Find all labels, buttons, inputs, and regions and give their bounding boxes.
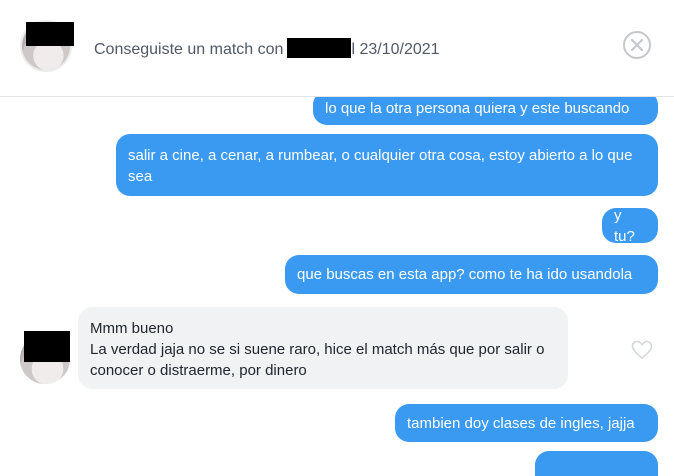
match-header: Conseguiste un match con l 23/10/2021 [0,0,674,97]
match-info: Conseguiste un match con l 23/10/2021 [94,38,440,59]
redacted-name [287,38,352,58]
match-date: l 23/10/2021 [351,41,440,58]
message-bubble-incoming: Mmm bueno La verdad jaja no se si suene … [78,307,568,389]
message-text: tambien doy clases de ingles, jajja [407,414,635,432]
redaction-box [24,331,70,362]
close-icon [631,39,643,51]
like-button[interactable] [631,340,653,360]
message-bubble-outgoing: lo que la otra persona quiera y este bus… [313,97,658,125]
message-text-line: Mmm bueno [90,320,174,337]
message-text: salir a cine, a cenar, a rumbear, o cual… [128,146,633,185]
message-text: y tu? [614,206,635,245]
message-bubble-outgoing: tambien doy clases de ingles, jajja [395,404,658,442]
message-text: lo que la otra persona quiera y este bus… [325,99,630,117]
redaction-box [26,22,74,46]
close-button[interactable] [623,31,651,59]
message-bubble-outgoing: salir a cine, a cenar, a rumbear, o cual… [116,134,658,196]
message-text: La verdad jaja no se si suene raro, hice… [90,341,545,379]
message-bubble-outgoing: que buscas en esta app? como te ha ido u… [285,255,658,294]
message-bubble-outgoing-partial [535,451,658,476]
heart-outline-icon [631,340,653,360]
message-list[interactable]: lo que la otra persona quiera y este bus… [0,97,674,476]
message-bubble-outgoing: y tu? [602,207,658,245]
match-prefix: Conseguiste un match con [94,41,284,58]
message-text: que buscas en esta app? como te ha ido u… [297,266,633,283]
